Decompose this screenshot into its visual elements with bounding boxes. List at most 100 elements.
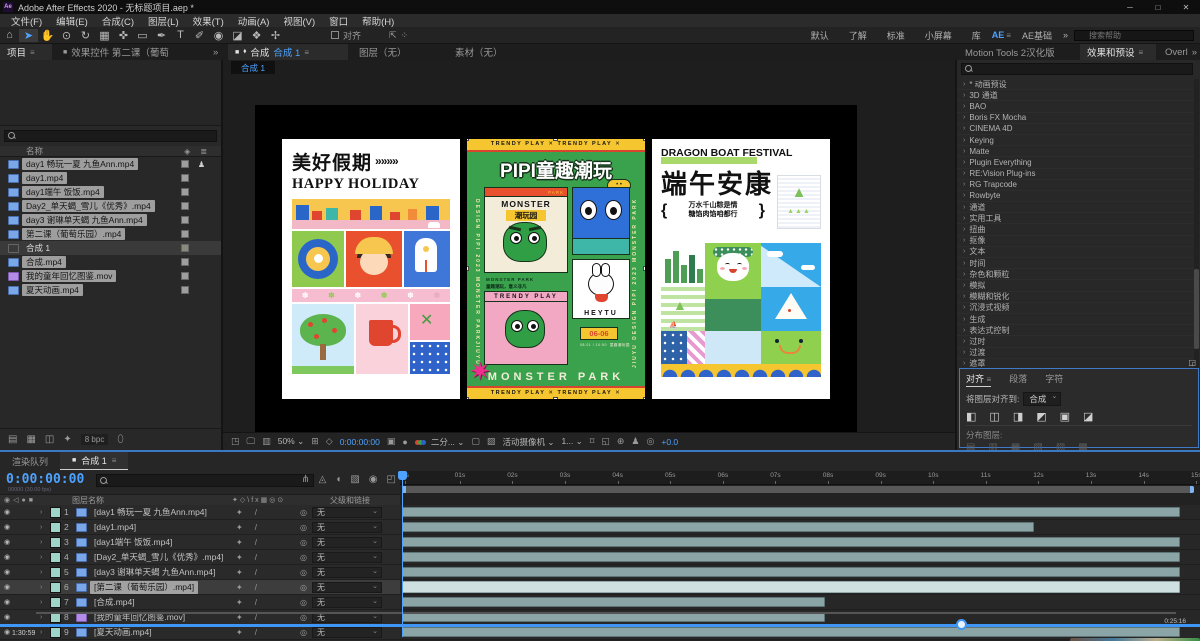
tag-swatch[interactable] [181,216,189,224]
menu-item[interactable]: 文件(F) [4,14,49,28]
layer-switches[interactable]: ✦/ [236,598,257,607]
timeline-layer-row[interactable]: ◉›2[day1.mp4]✦/◎无 [0,520,400,535]
project-item[interactable]: 夏天动画.mp4 [0,283,221,297]
snapshot-icon[interactable]: ▣ [387,436,396,447]
layer-switches[interactable]: ✦/ [236,553,257,562]
layer-visibility-icon[interactable]: ◉ [0,568,14,576]
align-bottom-icon[interactable]: ◪ [1083,410,1093,423]
menu-item[interactable]: 动画(A) [231,14,277,28]
bit-depth-label[interactable]: 8 bpc [81,434,109,445]
timeline-layer-row[interactable]: ◉›5[day3 谢琳单天蝎 九鱼Ann.mp4]✦/◎无 [0,565,400,580]
mask-toggle-icon[interactable]: ◇ [326,436,333,447]
project-item[interactable]: day1端午 饭饭.mp4 [0,185,221,199]
fast-preview-icon[interactable]: ◱ [601,436,610,447]
layer-twirl-icon[interactable]: › [40,629,50,636]
collapse-switch-icon[interactable]: / [255,598,257,607]
eraser-tool-icon[interactable]: ◪ [228,29,247,42]
twirl-icon[interactable]: › [963,349,965,356]
selection-handle[interactable] [467,397,469,399]
align-top-icon[interactable]: ◩ [1036,410,1046,423]
tag-swatch[interactable] [181,244,189,252]
layer-color-swatch[interactable] [50,507,61,518]
layer-color-swatch[interactable] [50,627,61,638]
resize-icon[interactable]: ⇱ [389,30,397,41]
tab-footage[interactable]: 素材（无） [448,44,528,60]
tab-overlord[interactable]: Overl» [1158,44,1200,60]
twirl-icon[interactable]: › [963,148,965,155]
tag-swatch[interactable] [181,230,189,238]
camera-dropdown[interactable]: 活动摄像机 ⌄ [502,436,554,448]
composition-mini-flowchart-icon[interactable]: ⋔ [301,474,309,485]
project-item[interactable]: 第二课（葡萄乐园）.mp4 [0,227,221,241]
parent-dropdown[interactable]: 无 [312,552,382,563]
frame-blending-icon[interactable]: ▧ [350,474,359,485]
timeline-layer-row[interactable]: ◉›6[第二课（葡萄乐园）.mp4]✦/◎无 [0,580,400,595]
pickwhip-icon[interactable]: ◎ [300,538,307,547]
twirl-icon[interactable]: › [963,327,965,334]
menu-item[interactable]: 效果(T) [186,14,231,28]
help-search-input[interactable] [1074,30,1194,41]
view-layout-dropdown[interactable]: 1... ⌄ [561,436,582,447]
composition-canvas[interactable]: 美好假期 »»»» HAPPY HOLIDAY [255,105,857,432]
twirl-icon[interactable]: › [963,316,965,323]
tag-swatch[interactable] [181,174,189,182]
twirl-icon[interactable]: › [963,181,965,188]
selection-handle[interactable] [553,397,558,399]
workspace-item[interactable]: 小屏幕 [916,29,961,42]
project-columns-header[interactable]: 名称 ◈≣ [0,146,221,157]
align-hcenter-icon[interactable]: ◫ [989,410,999,423]
tab-timeline-comp[interactable]: ■合成 1≡ [60,452,128,470]
align-checkbox[interactable] [331,31,339,39]
layer-color-swatch[interactable] [50,567,61,578]
parent-dropdown[interactable]: 无 [312,507,382,518]
twirl-icon[interactable]: › [963,237,965,244]
layer-twirl-icon[interactable]: › [40,509,50,516]
exposure-value[interactable]: +0.0 [661,437,678,447]
graph-editor-icon[interactable]: ◰ [387,474,396,485]
tag-swatch[interactable] [181,188,189,196]
current-time-display[interactable]: 0:00:00:00 [6,472,84,487]
workspace-item[interactable]: 了解 [840,29,876,42]
maximize-button[interactable]: □ [1144,3,1172,12]
layer-duration-bar[interactable] [402,507,1180,517]
workspace-menu-icon[interactable]: ≡ [1006,31,1011,40]
grid-guides-icon[interactable]: ⊞ [311,436,319,447]
menu-item[interactable]: 帮助(H) [355,14,401,28]
poster-pipi-monster-park[interactable]: TRENDY PLAY ✕ TRENDY PLAY ✕ TRENDY PLAY … [467,139,645,399]
motion-blur-icon[interactable]: ◉ [369,474,378,485]
project-search[interactable] [0,128,221,144]
video-progress-knob[interactable] [956,619,967,630]
quality-switch-icon[interactable]: ✦ [236,508,243,517]
parent-link-cell[interactable]: ◎无 [300,627,382,638]
work-area-bar[interactable] [402,486,1194,493]
roi-icon[interactable]: ▢ [471,436,480,447]
effects-category[interactable]: ›* 动画预设 [957,79,1195,90]
roto-brush-tool-icon[interactable]: ❖ [247,29,266,42]
twirl-icon[interactable]: › [963,103,965,110]
rotation-tool-icon[interactable]: ↻ [76,29,95,42]
camera-tool-icon[interactable]: ▦ [95,29,114,42]
pickwhip-icon[interactable]: ◎ [300,628,307,637]
twirl-icon[interactable]: › [963,92,965,99]
transparency-grid-icon[interactable]: ▨ [487,436,496,447]
effects-category[interactable]: ›Plugin Everything [957,157,1195,168]
new-comp-icon[interactable]: ◫ [45,434,54,445]
layer-visibility-icon[interactable]: ◉ [0,583,14,591]
twirl-icon[interactable]: › [963,304,965,311]
workspace-item[interactable]: 默认 [802,29,838,42]
workspace-overflow-icon[interactable]: » [1063,30,1068,40]
project-item[interactable]: 合成.mp4 [0,255,221,269]
monitor-icon[interactable]: 🖵 [247,436,256,447]
flowchart-icon[interactable]: ◳ [231,436,240,447]
parent-dropdown[interactable]: 无 [312,627,382,638]
effects-category[interactable]: ›模拟 [957,280,1195,291]
timeline-layer-row[interactable]: ◉›7[合成.mp4]✦/◎无 [0,595,400,610]
twirl-icon[interactable]: › [963,137,965,144]
collapse-switch-icon[interactable]: / [255,568,257,577]
layer-duration-bar[interactable] [402,522,1034,532]
layer-twirl-icon[interactable]: › [40,524,50,531]
twirl-icon[interactable]: › [963,271,965,278]
layer-switches[interactable]: ✦/ [236,538,257,547]
layer-visibility-icon[interactable]: ◉ [0,613,14,621]
timeline-layer-row[interactable]: ◉›9[夏天动画.mp4]✦/◎无 [0,625,400,640]
